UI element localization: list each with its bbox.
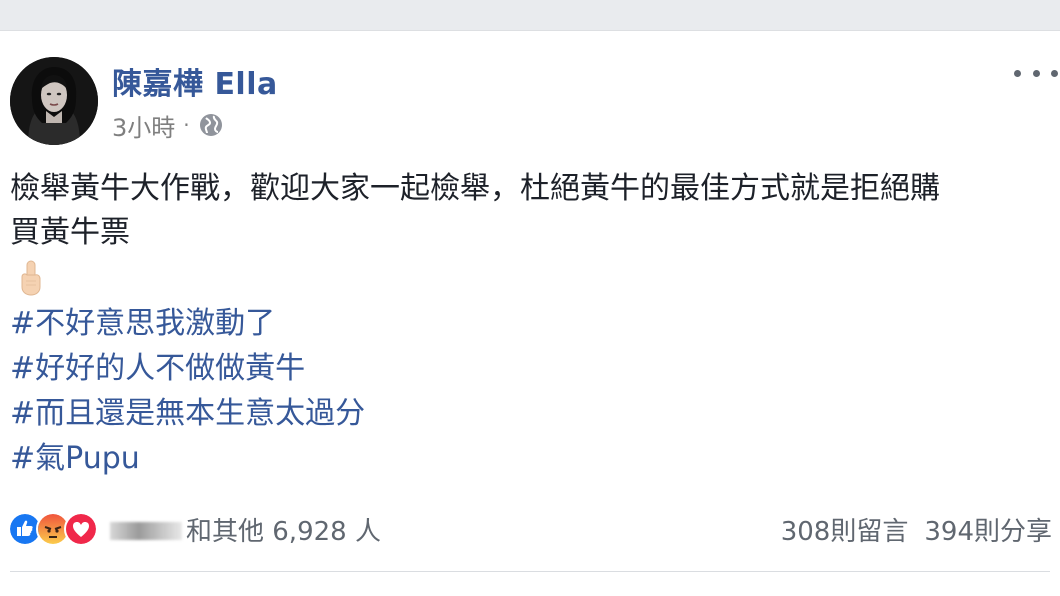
meta-separator: · <box>183 113 190 137</box>
post-text-line: 檢舉黃牛大作戰，歡迎大家一起檢舉，杜絕黃牛的最佳方式就是拒絕購 <box>10 171 940 206</box>
reactions-bar[interactable]: 和其他 6,928 人 <box>8 509 381 549</box>
post-timestamp[interactable]: 3小時 <box>112 108 175 143</box>
author-name[interactable]: 陳嘉樺 Ella <box>112 59 278 103</box>
more-dot <box>1051 69 1058 77</box>
love-icon[interactable] <box>64 512 98 546</box>
more-options-button[interactable] <box>1014 61 1058 85</box>
more-dot <box>1032 69 1040 77</box>
hashtag-link[interactable]: #而且還是無本生意太過分 <box>10 391 1050 436</box>
reaction-count[interactable]: 和其他 6,928 人 <box>186 511 381 548</box>
raised-index-finger-icon <box>21 260 41 296</box>
post-meta: 3小時 · <box>112 108 224 143</box>
post-text-line: 買黃牛票 <box>10 215 130 250</box>
share-count[interactable]: 394則分享 <box>924 511 1052 548</box>
divider <box>10 571 1050 572</box>
more-dot <box>1014 69 1021 77</box>
feed-background <box>0 0 1060 30</box>
avatar-image <box>10 57 98 145</box>
post-card: 陳嘉樺 Ella 3小時 · 檢舉黃牛大作戰，歡迎大家一起檢舉，杜絕黃牛的最佳方… <box>0 30 1060 596</box>
hashtag-link[interactable]: #不好意思我激動了 <box>10 301 1050 346</box>
post-body: 檢舉黃牛大作戰，歡迎大家一起檢舉，杜絕黃牛的最佳方式就是拒絕購 買黃牛票 #不好… <box>10 167 1050 481</box>
engagement-stats: 308則留言 394則分享 <box>781 511 1052 547</box>
hashtag-link[interactable]: #好好的人不做做黃牛 <box>10 346 1050 391</box>
comment-count[interactable]: 308則留言 <box>781 511 909 548</box>
globe-icon[interactable] <box>198 112 224 138</box>
avatar[interactable] <box>10 57 98 145</box>
hashtag-link[interactable]: #氣Pupu <box>10 436 1050 481</box>
blurred-names <box>110 522 182 540</box>
emoji-line <box>10 255 1050 301</box>
